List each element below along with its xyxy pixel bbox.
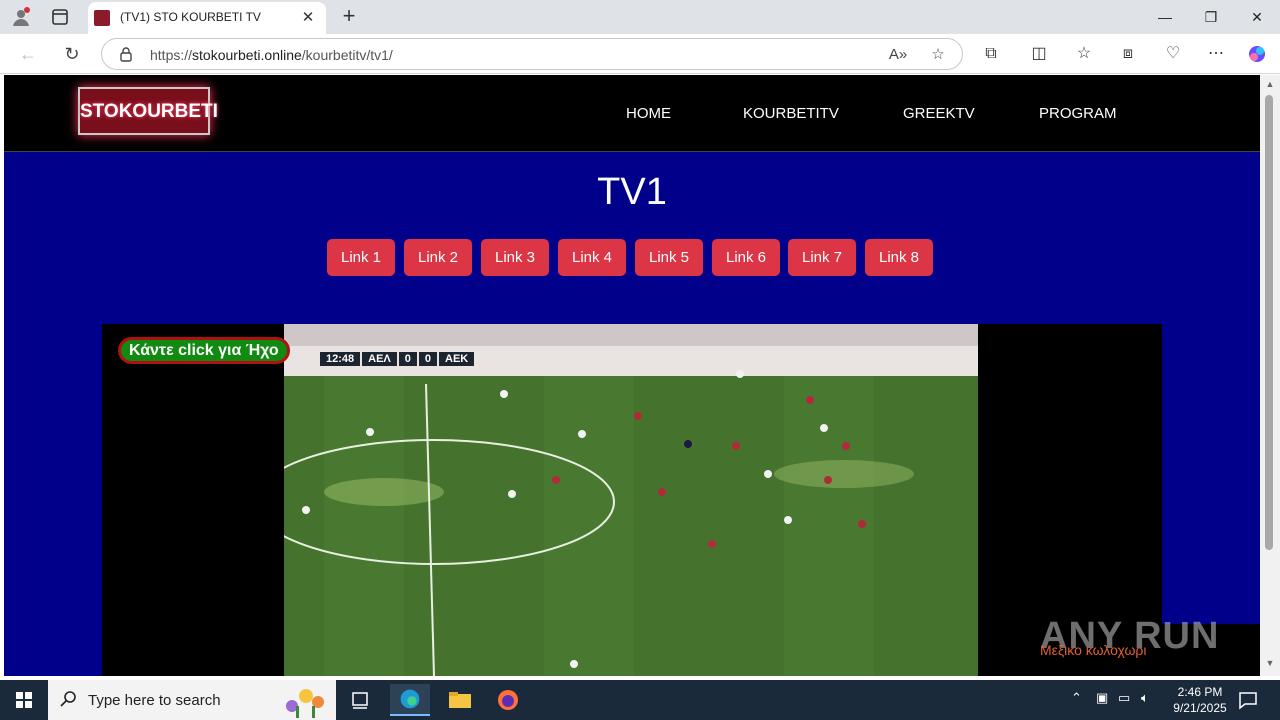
nav-kourbetitv-link[interactable]: KOURBETITV [743,105,839,122]
video-player[interactable]: 12:48 ΑΕΛ 0 0 ΑΕΚ Κάντε click για Ήχο [102,324,1162,676]
search-placeholder: Type here to search [88,692,221,709]
split-screen-icon[interactable]: ◫ [1028,43,1050,65]
page-background-strip [1162,324,1260,624]
show-hidden-icons-icon[interactable]: ⌃ [1071,690,1082,706]
link-8-button[interactable]: Link 8 [865,239,933,276]
new-tab-button[interactable]: + [338,5,360,27]
match-clock: 12:48 [320,352,361,366]
tab-actions-icon[interactable] [48,6,72,28]
video-caption: Μεξικο κωλοχωρι [1040,642,1147,658]
link-4-button[interactable]: Link 4 [558,239,626,276]
football-pitch-image [284,324,978,676]
scoreboard: 12:48 ΑΕΛ 0 0 ΑΕΚ [320,352,476,366]
scroll-thumb[interactable] [1265,95,1273,550]
minimize-button[interactable]: — [1142,0,1188,34]
page-scrollbar[interactable]: ▲ ▼ [1260,75,1280,676]
file-explorer-icon[interactable] [440,684,480,716]
profile-icon[interactable] [10,6,32,28]
system-clock[interactable]: 2:46 PM 9/21/2025 [1162,684,1238,716]
nav-home-link[interactable]: HOME [626,105,671,122]
favorite-star-icon[interactable]: ☆ [928,45,948,65]
scroll-down-icon[interactable]: ▼ [1264,658,1276,670]
page-title: TV1 [597,171,667,213]
link-1-button[interactable]: Link 1 [327,239,395,276]
task-view-icon[interactable] [340,684,380,716]
nav-greektv-link[interactable]: GREEKTV [903,105,975,122]
site-header: STOKOURBETI HOME KOURBETITV GREEKTV PROG… [4,75,1260,152]
browser-tab-strip: (TV1) STO KOURBETI TV ✕ + — ❐ ✕ [0,0,1280,34]
lock-icon[interactable] [118,46,134,62]
link-6-button[interactable]: Link 6 [712,239,780,276]
notifications-icon[interactable] [1236,688,1260,712]
link-5-button[interactable]: Link 5 [635,239,703,276]
back-icon[interactable]: ← [16,42,40,66]
refresh-icon[interactable]: ↻ [60,42,84,66]
edge-taskbar-icon[interactable] [390,684,430,716]
home-team: ΑΕΛ [362,352,397,366]
network-icon[interactable]: ▭ [1118,690,1130,706]
tab-title: (TV1) STO KOURBETI TV [120,10,261,24]
link-7-button[interactable]: Link 7 [788,239,856,276]
more-menu-icon[interactable]: ⋯ [1205,43,1227,65]
tab-active[interactable]: (TV1) STO KOURBETI TV ✕ [88,2,326,34]
page-viewport: STOKOURBETI HOME KOURBETITV GREEKTV PROG… [4,75,1260,676]
search-highlight-flowers-icon [286,689,324,718]
site-favicon-icon [94,10,110,26]
firefox-icon[interactable] [488,684,528,716]
restore-button[interactable]: ❐ [1188,0,1234,34]
browser-toolbar: ← ↻ https://stokourbeti.online/kourbetit… [0,34,1280,74]
link-2-button[interactable]: Link 2 [404,239,472,276]
clock-time: 2:46 PM [1177,685,1223,699]
favorites-icon[interactable]: ☆ [1073,43,1095,65]
collections-icon[interactable]: ⧈ [1117,43,1139,65]
logo-text: STOKOURBETI [80,101,218,122]
browser-essentials-icon[interactable]: ♡ [1162,43,1184,65]
scroll-up-icon[interactable]: ▲ [1264,79,1276,91]
tab-close-icon[interactable]: ✕ [298,8,318,28]
device-icon[interactable]: ▣ [1096,690,1108,706]
taskbar-search-box[interactable]: Type here to search [48,680,336,720]
search-icon [60,691,76,707]
address-bar[interactable]: https://stokourbeti.online/kourbetitv/tv… [101,38,963,70]
video-frame[interactable]: 12:48 ΑΕΛ 0 0 ΑΕΚ [284,324,978,676]
unmute-sound-button[interactable]: Κάντε click για Ήχο [118,337,290,364]
windows-taskbar: Type here to search ⌃ ▣ ▭ 🔈︎ 2:46 PM 9/2… [0,680,1280,720]
extensions-icon[interactable]: ⧉ [980,43,1002,65]
nav-program-link[interactable]: PROGRAM [1039,105,1117,122]
away-score: 0 [418,352,438,366]
copilot-icon[interactable] [1246,43,1268,65]
read-aloud-icon[interactable]: A» [888,45,908,65]
url-text[interactable]: https://stokourbeti.online/kourbetitv/tv… [150,47,393,63]
site-logo[interactable]: STOKOURBETI [78,87,218,135]
link-3-button[interactable]: Link 3 [481,239,549,276]
home-score: 0 [398,352,417,366]
close-window-button[interactable]: ✕ [1234,0,1280,34]
away-team: ΑΕΚ [439,352,475,366]
volume-icon[interactable]: 🔈︎ [1141,690,1149,706]
clock-date: 9/21/2025 [1173,701,1227,715]
windows-start-icon[interactable] [0,680,48,720]
